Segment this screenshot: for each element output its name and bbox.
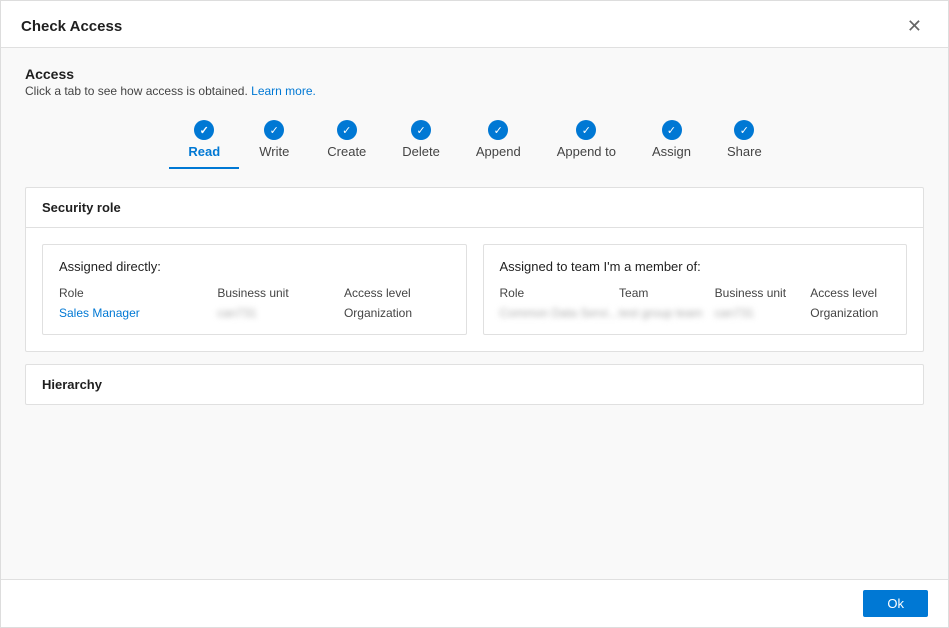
directly-col-role-label: Role [59,286,217,300]
tab-create-label: Create [327,144,366,159]
dialog-title: Check Access [21,18,122,35]
directly-role-value: Sales Manager [59,306,217,320]
directly-table-row: Sales Manager can731 Organization [59,306,450,320]
learn-more-link[interactable]: Learn more. [251,84,316,98]
team-col-access-label: Access level [810,286,890,300]
team-role-value: Common Data Servi... [500,306,620,320]
sales-manager-link[interactable]: Sales Manager [59,306,140,320]
ok-button[interactable]: Ok [863,590,928,617]
tab-create-check-icon: ✓ [337,120,357,140]
tab-delete[interactable]: ✓ Delete [384,114,458,169]
tab-read-check-icon: ✓ [194,120,214,140]
team-access-value: Organization [810,306,890,320]
security-role-title: Security role [26,188,923,228]
access-header: Access Click a tab to see how access is … [25,66,924,98]
access-subtitle-text: Click a tab to see how access is obtaine… [25,84,248,98]
tab-read[interactable]: ✓ Read [169,114,239,169]
assigned-team-box: Assigned to team I'm a member of: Role T… [483,244,908,335]
tab-share[interactable]: ✓ Share [709,114,780,169]
tab-assign-check-icon: ✓ [662,120,682,140]
close-button[interactable]: ✕ [901,15,928,37]
tab-create[interactable]: ✓ Create [309,114,384,169]
tab-write[interactable]: ✓ Write [239,114,309,169]
team-table-row: Common Data Servi... test group team can… [500,306,891,320]
hierarchy-card: Hierarchy [25,364,924,405]
tab-write-label: Write [259,144,289,159]
tab-delete-label: Delete [402,144,440,159]
tab-write-check-icon: ✓ [264,120,284,140]
dialog-footer: Ok [1,579,948,627]
assigned-directly-heading: Assigned directly: [59,259,450,274]
team-team-value: test group team [619,306,715,320]
tab-share-label: Share [727,144,762,159]
tab-append-check-icon: ✓ [488,120,508,140]
role-suffix: Manager [92,306,139,320]
assigned-team-heading: Assigned to team I'm a member of: [500,259,891,274]
team-col-bu-label: Business unit [715,286,811,300]
tab-assign[interactable]: ✓ Assign [634,114,709,169]
directly-col-access-label: Access level [344,286,450,300]
team-col-role-label: Role [500,286,620,300]
team-table-header: Role Team Business unit Access level [500,286,891,300]
tab-append-label: Append [476,144,521,159]
access-title: Access [25,66,924,82]
role-prefix: Sales [59,306,89,320]
directly-col-bu-label: Business unit [217,286,344,300]
tab-share-check-icon: ✓ [734,120,754,140]
directly-table-header: Role Business unit Access level [59,286,450,300]
tab-read-label: Read [188,144,220,159]
dialog-body: Access Click a tab to see how access is … [1,48,948,579]
directly-bu-value: can731 [217,306,344,320]
directly-access-value: Organization [344,306,450,320]
security-role-card: Security role Assigned directly: Role Bu… [25,187,924,352]
tab-append-to-label: Append to [557,144,616,159]
check-access-dialog: Check Access ✕ Access Click a tab to see… [0,0,949,628]
dialog-header: Check Access ✕ [1,1,948,48]
tab-append[interactable]: ✓ Append [458,114,539,169]
team-col-team-label: Team [619,286,715,300]
hierarchy-title: Hierarchy [26,365,923,404]
assigned-directly-box: Assigned directly: Role Business unit Ac… [42,244,467,335]
team-bu-value: can731 [715,306,811,320]
tabs-row: ✓ Read ✓ Write ✓ Create ✓ Delete ✓ Appen… [25,114,924,169]
tab-assign-label: Assign [652,144,691,159]
tab-append-to[interactable]: ✓ Append to [539,114,634,169]
tab-append-to-check-icon: ✓ [576,120,596,140]
tab-delete-check-icon: ✓ [411,120,431,140]
security-role-content: Assigned directly: Role Business unit Ac… [26,228,923,351]
access-subtitle: Click a tab to see how access is obtaine… [25,84,924,98]
